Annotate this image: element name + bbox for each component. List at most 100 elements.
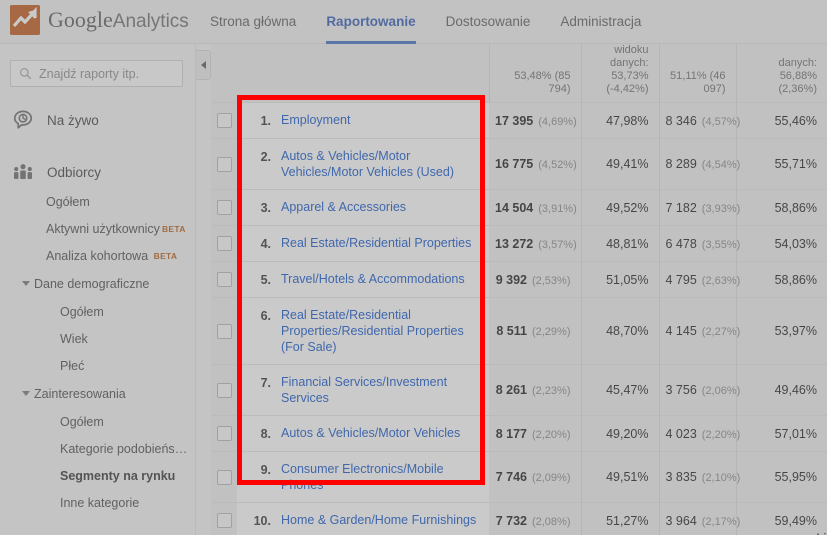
sidebar-item-aktywni-uzytkownicy[interactable]: Aktywni użytkownicy BETA [0, 216, 195, 243]
sidebar-item-plec[interactable]: Płeć [0, 353, 195, 380]
row-checkbox[interactable] [216, 236, 232, 252]
table-row[interactable]: 1. Employment 17 395 (4,69%) 47,98% 8 346… [211, 102, 827, 139]
row-checkbox-cell[interactable] [211, 189, 237, 226]
table-row[interactable]: 6. Real Estate/Residential Properties/Re… [211, 297, 827, 365]
report-main-area: 53,48% (85 794) widoku danych: 53,73% (-… [211, 44, 827, 535]
row-checkbox-cell[interactable] [211, 502, 237, 535]
tab-raportowanie[interactable]: Raportowanie [326, 0, 416, 44]
table-row[interactable]: 10. Home & Garden/Home Furnishings 7 732… [211, 502, 827, 535]
row-users-pct: (4,54%) [701, 159, 741, 171]
row-sessions-pct: (2,09%) [531, 472, 571, 484]
sidebar-section-odbiorcy[interactable]: Odbiorcy [0, 155, 195, 189]
table-row[interactable]: 7. Financial Services/Investment Service… [211, 364, 827, 416]
row-dimension-cell: 1. Employment [237, 102, 489, 139]
row-checkbox[interactable] [216, 469, 232, 485]
table-row[interactable]: 4. Real Estate/Residential Properties 13… [211, 225, 827, 262]
row-checkbox[interactable] [216, 323, 232, 339]
table-row[interactable]: 5. Travel/Hotels & Accommodations 9 392 (… [211, 261, 827, 298]
header-sessions-cell: 53,48% (85 794) [489, 44, 582, 103]
sidebar-section-na-zywo[interactable]: Na żywo [0, 103, 195, 137]
sidebar-item-segmenty-na-rynku[interactable]: Segmenty na rynku [0, 463, 195, 490]
row-newsessions-cell: 47,98% [581, 102, 660, 139]
sidebar-group-label: Zainteresowania [34, 387, 126, 401]
sidebar-item-label: Kategorie podobieńst… [60, 442, 191, 456]
table-row[interactable]: 3. Apparel & Accessories 14 504 (3,91%) 4… [211, 189, 827, 226]
row-index: 3. [260, 201, 271, 215]
sidebar-group-zainteresowania[interactable]: Zainteresowania [0, 380, 195, 409]
row-bounce-cell: 55,46% [736, 102, 827, 139]
sidebar-section-label-na-zywo: Na żywo [47, 112, 99, 128]
row-checkbox[interactable] [216, 513, 232, 529]
row-sessions-value: 7 732 [495, 513, 527, 528]
row-sessions-pct: (3,91%) [538, 202, 577, 215]
row-segment-link[interactable]: Employment [281, 112, 350, 128]
report-search-box[interactable]: Znajdź raporty itp. [10, 60, 183, 87]
row-checkbox-cell[interactable] [211, 415, 237, 452]
row-newsessions-cell: 51,27% [581, 502, 660, 535]
row-sessions-cell: 7 746 (2,09%) [489, 451, 582, 503]
row-users-cell: 6 478 (3,55%) [659, 225, 740, 262]
row-checkbox[interactable] [216, 382, 232, 398]
sidebar-item-label: Segmenty na rynku [60, 469, 176, 483]
row-segment-link[interactable]: Autos & Vehicles/Motor Vehicles/Motor Ve… [281, 148, 481, 180]
sidebar-item-kategorie-podobienstw[interactable]: Kategorie podobieńst… [0, 436, 195, 463]
sidebar-item-wiek[interactable]: Wiek [0, 326, 195, 353]
row-bounce-value: 58,86% [774, 272, 817, 287]
row-sessions-value: 8 261 [495, 383, 527, 397]
tab-strona-glowna[interactable]: Strona główna [210, 0, 296, 44]
sidebar-item-label: Ogółem [46, 195, 90, 209]
sidebar-item-demo-ogolem[interactable]: Ogółem [0, 299, 195, 326]
row-checkbox[interactable] [216, 272, 232, 288]
sidebar-item-interests-ogolem[interactable]: Ogółem [0, 409, 195, 436]
row-users-pct: (2,27%) [701, 326, 741, 338]
tab-dostosowanie[interactable]: Dostosowanie [446, 0, 531, 44]
row-segment-link[interactable]: Autos & Vehicles/Motor Vehicles [281, 425, 460, 441]
sidebar-item-analiza-kohortowa[interactable]: Analiza kohortowa BETA [0, 243, 195, 270]
row-dimension-cell: 4. Real Estate/Residential Properties [237, 225, 489, 262]
table-row[interactable]: 9. Consumer Electronics/Mobile Phones 7 … [211, 451, 827, 503]
row-checkbox-cell[interactable] [211, 138, 237, 190]
row-users-pct: (2,17%) [701, 515, 741, 528]
row-checkbox-cell[interactable] [211, 225, 237, 262]
row-sessions-value: 16 775 [495, 157, 534, 171]
row-segment-link[interactable]: Real Estate/Residential Properties [281, 235, 471, 251]
row-sessions-pct: (4,52%) [538, 159, 577, 171]
table-row[interactable]: 2. Autos & Vehicles/Motor Vehicles/Motor… [211, 138, 827, 190]
row-checkbox[interactable] [216, 113, 232, 129]
sidebar-item-inne-kategorie[interactable]: Inne kategorie [0, 490, 195, 517]
row-checkbox-cell[interactable] [211, 261, 237, 298]
row-newsessions-cell: 45,47% [581, 364, 660, 416]
row-checkbox-cell[interactable] [211, 102, 237, 139]
row-segment-link[interactable]: Travel/Hotels & Accommodations [281, 271, 465, 287]
row-sessions-value: 8 177 [495, 426, 527, 441]
row-segment-link[interactable]: Consumer Electronics/Mobile Phones [281, 461, 481, 493]
row-checkbox-cell[interactable] [211, 297, 237, 365]
row-index: 7. [260, 376, 271, 390]
row-checkbox[interactable] [216, 200, 232, 216]
brand-logo[interactable]: GoogleAnalytics [10, 5, 189, 35]
row-users-pct: (3,93%) [701, 202, 741, 215]
tab-administracja[interactable]: Administracja [560, 0, 641, 44]
beta-badge: BETA [161, 224, 186, 234]
row-segment-link[interactable]: Real Estate/Residential Properties/Resid… [281, 307, 481, 355]
sidebar-group-dane-demograficzne[interactable]: Dane demograficzne [0, 270, 195, 299]
sidebar-item-ogolem-audience[interactable]: Ogółem [0, 189, 195, 216]
row-bounce-value: 59,49% [774, 513, 817, 528]
brand-google-text: Google [48, 7, 113, 32]
chevron-down-icon [22, 391, 30, 396]
row-segment-link[interactable]: Apparel & Accessories [281, 199, 406, 215]
row-bounce-value: 55,46% [774, 113, 817, 128]
row-checkbox[interactable] [216, 426, 232, 442]
row-checkbox-cell[interactable] [211, 451, 237, 503]
row-users-pct: (2,06%) [701, 385, 741, 397]
header-checkbox-cell [211, 44, 237, 103]
search-icon [19, 67, 32, 80]
row-checkbox-cell[interactable] [211, 364, 237, 416]
table-row[interactable]: 8. Autos & Vehicles/Motor Vehicles 8 177… [211, 415, 827, 452]
row-checkbox[interactable] [216, 156, 232, 172]
row-segment-link[interactable]: Financial Services/Investment Services [281, 374, 481, 406]
row-sessions-value: 7 746 [495, 470, 527, 484]
search-input[interactable]: Znajdź raporty itp. [39, 67, 139, 81]
collapse-sidebar-button[interactable] [196, 50, 211, 80]
row-segment-link[interactable]: Home & Garden/Home Furnishings [281, 512, 476, 528]
